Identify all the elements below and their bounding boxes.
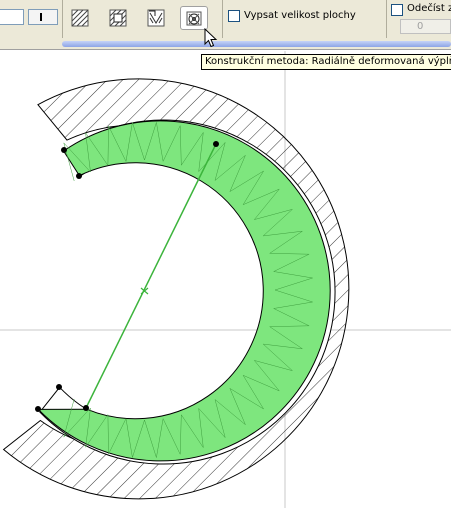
control-point[interactable] xyxy=(61,147,67,153)
subtract-label: Odečíst z xyxy=(407,3,451,14)
subtract-value-field[interactable]: 0 xyxy=(400,19,451,34)
control-point[interactable] xyxy=(76,173,82,179)
mouse-cursor-icon xyxy=(204,28,218,48)
toolbar-divider xyxy=(386,0,387,38)
subtract-checkbox[interactable] xyxy=(391,4,403,16)
horizontal-scrollbar[interactable] xyxy=(62,41,451,47)
linear-fill-button[interactable] xyxy=(66,6,94,30)
radial-distorted-fill-icon xyxy=(186,11,202,26)
value-field[interactable] xyxy=(0,9,24,25)
control-point[interactable] xyxy=(35,406,41,412)
toolbar-divider xyxy=(222,0,223,38)
control-point[interactable] xyxy=(56,384,62,390)
display-area-checkbox[interactable] xyxy=(228,10,240,22)
radial-fill-icon xyxy=(109,9,127,27)
radial-distorted-fill-button[interactable] xyxy=(180,6,208,30)
display-area-label: Vypsat velikost plochy xyxy=(244,10,356,21)
drawing-canvas[interactable] xyxy=(0,51,451,508)
radial-fill-button[interactable] xyxy=(104,6,132,30)
linear-fill-icon xyxy=(71,9,89,27)
tooltip: Konstrukční metoda: Radiálně deformovaná… xyxy=(201,54,451,70)
distorted-fill-button[interactable] xyxy=(142,6,170,30)
toolbar-divider xyxy=(62,0,63,38)
control-point[interactable] xyxy=(213,141,219,147)
distorted-fill-icon xyxy=(147,9,165,27)
control-point[interactable] xyxy=(83,405,89,411)
toolbar: Vypsat velikost plochy Odečíst z 0 xyxy=(0,0,451,38)
spinner-field[interactable] xyxy=(28,9,58,25)
construction-axis-line xyxy=(85,143,217,409)
